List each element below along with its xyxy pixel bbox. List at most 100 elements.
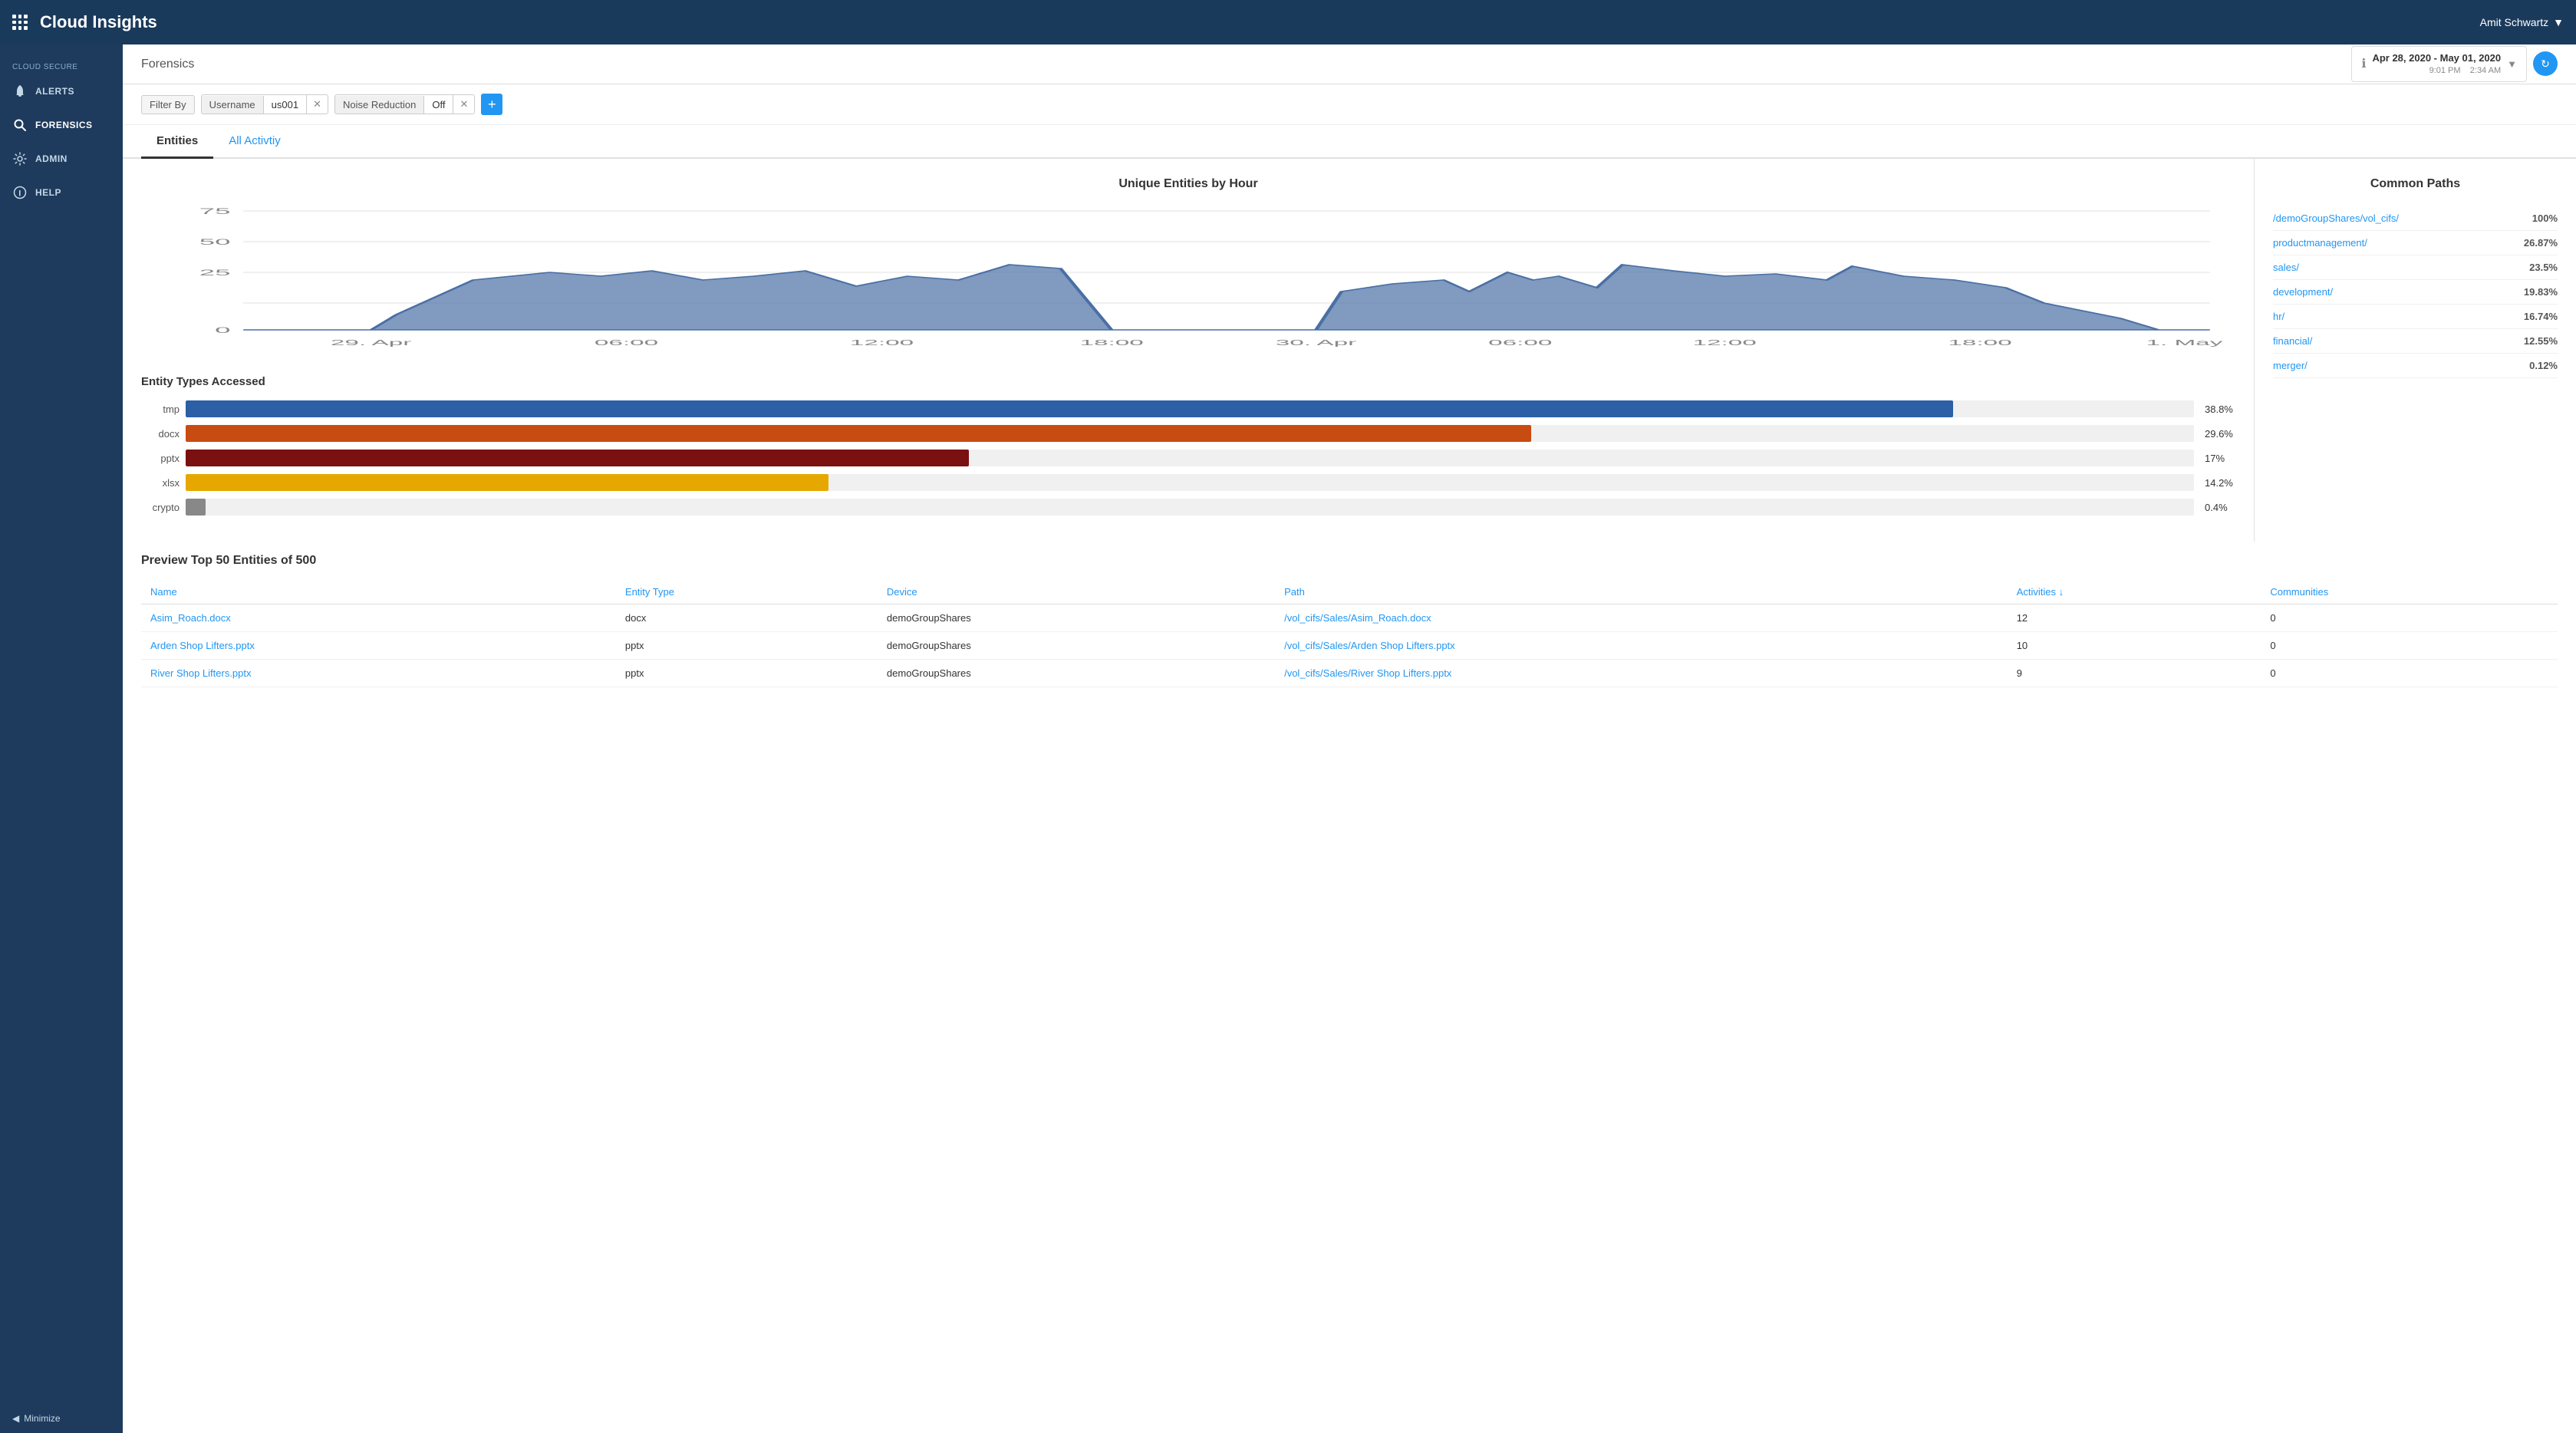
path-name-2[interactable]: sales/	[2273, 262, 2299, 273]
date-range-area: ℹ Apr 28, 2020 - May 01, 2020 9:01 PM 2:…	[2351, 46, 2558, 83]
common-paths-title: Common Paths	[2273, 177, 2558, 191]
refresh-button[interactable]: ↻	[2533, 51, 2558, 76]
username-filter-chip: Username us001 ✕	[201, 94, 328, 114]
sidebar-admin-label: Admin	[35, 153, 68, 164]
cell-activities-2: 9	[2008, 660, 2261, 687]
filter-close-noise[interactable]: ✕	[453, 95, 474, 114]
svg-text:06:00: 06:00	[1488, 338, 1552, 347]
add-filter-button[interactable]: +	[481, 94, 502, 115]
bar-fill-pptx	[186, 450, 969, 466]
minimize-button[interactable]: ◀ Minimize	[0, 1404, 123, 1433]
svg-text:12:00: 12:00	[1692, 338, 1756, 347]
svg-text:29. Apr: 29. Apr	[331, 338, 411, 347]
grid-icon[interactable]	[12, 15, 28, 30]
date-range-main: Apr 28, 2020 - May 01, 2020	[2372, 51, 2501, 65]
cell-type-1: pptx	[616, 632, 878, 660]
col-header-activities[interactable]: Activities ↓	[2008, 580, 2261, 604]
bar-track-pptx	[186, 450, 2194, 466]
bar-row-pptx: pptx 17%	[141, 450, 2235, 466]
chevron-left-icon: ◀	[12, 1413, 19, 1424]
sidebar-section-label: Cloud Secure	[0, 57, 123, 74]
path-name-0[interactable]: /demoGroupShares/vol_cifs/	[2273, 212, 2399, 224]
entities-table: Name Entity Type Device Path Activities …	[141, 580, 2558, 687]
cell-device-2: demoGroupShares	[878, 660, 1275, 687]
cell-communities-1: 0	[2261, 632, 2558, 660]
user-menu[interactable]: Amit Schwartz ▼	[2480, 16, 2564, 28]
cell-name-1[interactable]: Arden Shop Lifters.pptx	[141, 632, 616, 660]
bar-pct-crypto: 0.4%	[2205, 502, 2235, 513]
table-row: Asim_Roach.docx docx demoGroupShares /vo…	[141, 604, 2558, 632]
path-pct-1: 26.87%	[2524, 237, 2558, 249]
app-title: Cloud Insights	[40, 12, 157, 32]
cell-path-0[interactable]: /vol_cifs/Sales/Asim_Roach.docx	[1275, 604, 2008, 632]
info-icon: i	[12, 185, 28, 200]
svg-text:06:00: 06:00	[595, 338, 658, 347]
bar-label-pptx: pptx	[141, 453, 180, 464]
bar-label-xlsx: xlsx	[141, 477, 180, 489]
path-name-4[interactable]: hr/	[2273, 311, 2284, 322]
svg-text:i: i	[18, 189, 21, 199]
sidebar-item-admin[interactable]: Admin	[0, 142, 123, 176]
svg-text:0: 0	[215, 325, 230, 334]
col-header-name[interactable]: Name	[141, 580, 616, 604]
svg-text:25: 25	[199, 268, 231, 277]
path-pct-4: 16.74%	[2524, 311, 2558, 322]
date-range-picker[interactable]: ℹ Apr 28, 2020 - May 01, 2020 9:01 PM 2:…	[2351, 46, 2527, 83]
date-range-times: 9:01 PM 2:34 AM	[2372, 65, 2501, 77]
path-name-5[interactable]: financial/	[2273, 335, 2312, 347]
filter-close-username[interactable]: ✕	[306, 95, 328, 114]
col-header-device[interactable]: Device	[878, 580, 1275, 604]
path-name-3[interactable]: development/	[2273, 286, 2333, 298]
sidebar-item-alerts[interactable]: Alerts	[0, 74, 123, 108]
cell-device-0: demoGroupShares	[878, 604, 1275, 632]
bar-row-tmp: tmp 38.8%	[141, 400, 2235, 417]
tabs: Entities All Activtiy	[123, 125, 2576, 159]
path-name-1[interactable]: productmanagement/	[2273, 237, 2367, 249]
cell-activities-0: 12	[2008, 604, 2261, 632]
charts-left: Unique Entities by Hour 75 50	[123, 159, 2254, 542]
path-name-6[interactable]: merger/	[2273, 360, 2308, 371]
svg-text:1. May: 1. May	[2146, 338, 2223, 347]
filter-bar: Filter By Username us001 ✕ Noise Reducti…	[123, 84, 2576, 125]
tab-entities[interactable]: Entities	[141, 125, 213, 159]
col-header-communities[interactable]: Communities	[2261, 580, 2558, 604]
cell-path-2[interactable]: /vol_cifs/Sales/River Shop Lifters.pptx	[1275, 660, 2008, 687]
path-row-1: productmanagement/ 26.87%	[2273, 231, 2558, 255]
bar-track-xlsx	[186, 474, 2194, 491]
area-chart: 75 50 25 0 29. Apr 06:00 12:00 18:00 30.	[141, 203, 2235, 357]
cell-type-2: pptx	[616, 660, 878, 687]
col-header-path[interactable]: Path	[1275, 580, 2008, 604]
cell-communities-2: 0	[2261, 660, 2558, 687]
bar-pct-tmp: 38.8%	[2205, 404, 2235, 415]
bar-fill-crypto	[186, 499, 206, 516]
sidebar: Cloud Secure Alerts Forensics	[0, 44, 123, 1433]
main-content: Forensics ℹ Apr 28, 2020 - May 01, 2020 …	[123, 44, 2576, 1433]
sub-header: Forensics ℹ Apr 28, 2020 - May 01, 2020 …	[123, 44, 2576, 84]
navbar-left: Cloud Insights	[12, 12, 157, 32]
path-pct-6: 0.12%	[2529, 360, 2558, 371]
cell-path-1[interactable]: /vol_cifs/Sales/Arden Shop Lifters.pptx	[1275, 632, 2008, 660]
path-row-3: development/ 19.83%	[2273, 280, 2558, 305]
unique-entities-title: Unique Entities by Hour	[141, 177, 2235, 191]
username-label: Amit Schwartz	[2480, 16, 2548, 28]
dropdown-arrow-icon: ▼	[2507, 58, 2517, 70]
path-pct-5: 12.55%	[2524, 335, 2558, 347]
charts-container: Unique Entities by Hour 75 50	[123, 159, 2576, 542]
table-title: Preview Top 50 Entities of 500	[141, 554, 2558, 568]
content-area: Entities All Activtiy Unique Entities by…	[123, 125, 2576, 1433]
cell-name-0[interactable]: Asim_Roach.docx	[141, 604, 616, 632]
path-row-5: financial/ 12.55%	[2273, 329, 2558, 354]
table-row: River Shop Lifters.pptx pptx demoGroupSh…	[141, 660, 2558, 687]
top-navbar: Cloud Insights Amit Schwartz ▼	[0, 0, 2576, 44]
bar-label-docx: docx	[141, 428, 180, 440]
filter-key-username: Username	[202, 96, 264, 114]
col-header-entity-type[interactable]: Entity Type	[616, 580, 878, 604]
bar-track-crypto	[186, 499, 2194, 516]
path-pct-3: 19.83%	[2524, 286, 2558, 298]
path-row-2: sales/ 23.5%	[2273, 255, 2558, 280]
sidebar-item-help[interactable]: i Help	[0, 176, 123, 209]
entity-types-bar-chart: tmp 38.8% docx	[141, 400, 2235, 516]
sidebar-item-forensics[interactable]: Forensics	[0, 108, 123, 142]
tab-all-activity[interactable]: All Activtiy	[213, 125, 296, 159]
cell-name-2[interactable]: River Shop Lifters.pptx	[141, 660, 616, 687]
